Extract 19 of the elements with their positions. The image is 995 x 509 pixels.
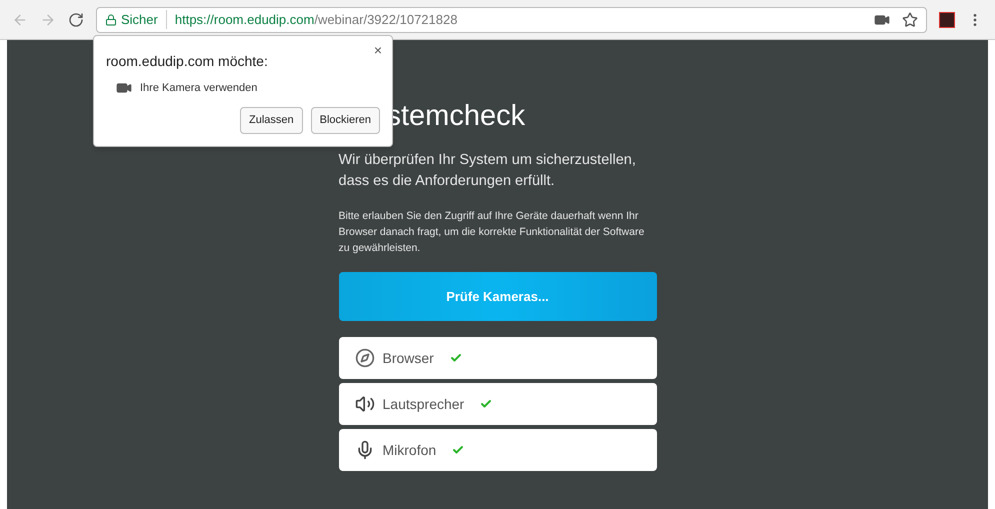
page-subtitle: Wir überprüfen Ihr System um sicherzustellen, dass es die Anforderungen erfüllt. <box>338 151 637 191</box>
speaker-icon <box>354 394 374 414</box>
page-title: stemcheck <box>386 99 526 134</box>
check-label: Mikrofon <box>382 440 436 460</box>
star-icon[interactable] <box>902 12 918 28</box>
popup-title: room.edudip.com möchte: <box>106 52 268 71</box>
security-label: Sicher <box>121 10 167 30</box>
permission-request: Ihre Kamera verwenden <box>140 81 258 96</box>
compass-icon <box>354 348 374 368</box>
check-label: Lautsprecher <box>382 394 464 414</box>
lock-icon <box>105 14 117 26</box>
address-field[interactable]: Sicher https://room.edudip.com/webinar/3922/10721828 <box>96 6 927 32</box>
close-button[interactable]: × <box>374 40 382 61</box>
instructions-text: Bitte erlauben Sie den Zugriff auf Ihre Geräte dauerhaft wenn Ihr Browser danach fragt, um die korrekte Funktionalität der Software zu gewährleisten. <box>338 209 646 256</box>
reload-icon[interactable] <box>68 12 84 28</box>
popup-button[interactable]: Blockieren <box>310 107 380 134</box>
popup-button[interactable]: Zulassen <box>240 107 303 134</box>
url-text: https://room.edudip.com/webinar/3922/10721828 <box>174 10 458 29</box>
check-label: Browser <box>382 348 434 368</box>
